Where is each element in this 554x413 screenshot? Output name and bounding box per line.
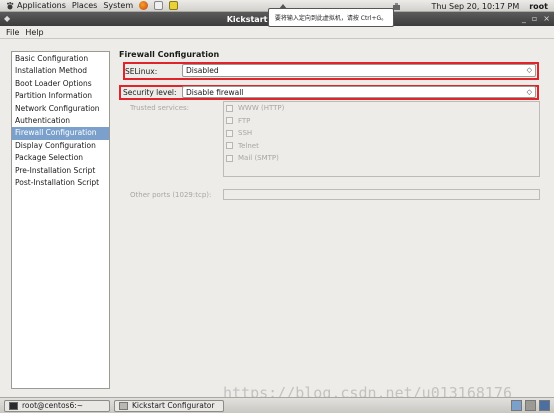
selinux-combo[interactable]: Disabled ◇ — [182, 64, 536, 77]
service-label: Mail (SMTP) — [238, 154, 279, 163]
checkbox-icon — [226, 142, 233, 150]
service-label: WWW (HTTP) — [238, 104, 285, 113]
combo-arrows-icon: ◇ — [526, 66, 532, 74]
places-label: Places — [71, 1, 98, 10]
service-label: Telnet — [238, 141, 259, 150]
security-level-combo[interactable]: Disable firewall ◇ — [182, 86, 536, 98]
firewall-panel: Firewall Configuration SELinux: Disabled… — [119, 50, 544, 200]
checkbox-icon — [226, 129, 233, 137]
vm-input-tooltip: 要将输入定向到此虚拟机，请按 Ctrl+G。 — [268, 4, 394, 27]
selinux-row: SELinux: Disabled ◇ — [119, 64, 544, 78]
workspace-1-icon[interactable] — [511, 400, 522, 411]
gnome-foot-icon — [6, 1, 14, 10]
nav-item-basic-configuration[interactable]: Basic Configuration — [12, 53, 109, 65]
nav-item-network-configuration[interactable]: Network Configuration — [12, 103, 109, 115]
security-level-row: Security level: Disable firewall ◇ — [119, 85, 544, 99]
other-ports-label: Other ports (1029:tcp): — [130, 191, 212, 199]
applications-label: Applications — [17, 1, 66, 10]
places-menu[interactable]: Places — [72, 1, 97, 10]
clock[interactable]: Thu Sep 20, 10:17 PM — [431, 2, 519, 11]
firefox-icon[interactable] — [139, 1, 149, 10]
workspace-3-icon[interactable] — [539, 400, 550, 411]
maximize-icon[interactable]: ▫ — [532, 14, 537, 23]
trusted-services-label: Trusted services: — [130, 104, 190, 112]
main-area: Basic Configuration Installation Method … — [0, 39, 554, 397]
nav-item-pre-installation-script[interactable]: Pre-Installation Script — [12, 165, 109, 177]
tooltip-text: 要将输入定向到此虚拟机，请按 Ctrl+G。 — [274, 15, 388, 22]
task-terminal[interactable]: root@centos6:~ — [4, 399, 110, 412]
nav-item-partition-information[interactable]: Partition Information — [12, 90, 109, 102]
nav-item-boot-loader-options[interactable]: Boot Loader Options — [12, 78, 109, 90]
nav-item-post-installation-script[interactable]: Post-Installation Script — [12, 177, 109, 189]
section-title: Firewall Configuration — [119, 50, 220, 59]
service-telnet[interactable]: Telnet — [224, 140, 539, 153]
system-menu[interactable]: System — [103, 1, 133, 10]
service-mail[interactable]: Mail (SMTP) — [224, 152, 539, 165]
nav-item-authentication[interactable]: Authentication — [12, 115, 109, 127]
service-ftp[interactable]: FTP — [224, 115, 539, 128]
combo-arrows-icon: ◇ — [526, 88, 532, 96]
system-label: System — [103, 1, 134, 10]
service-ssh[interactable]: SSH — [224, 127, 539, 140]
service-label: SSH — [238, 129, 253, 138]
task-label: root@centos6:~ — [22, 401, 84, 410]
checkbox-icon — [226, 104, 233, 112]
file-menu[interactable]: File — [6, 28, 19, 37]
section-list: Basic Configuration Installation Method … — [11, 51, 110, 389]
kickstart-icon — [119, 401, 128, 410]
menubar: File Help — [0, 26, 554, 39]
selinux-label: SELinux: — [125, 66, 158, 76]
tray — [511, 400, 550, 411]
email-icon[interactable] — [154, 1, 164, 10]
close-icon[interactable]: × — [543, 14, 550, 23]
workspace-2-icon[interactable] — [525, 400, 536, 411]
security-level-value: Disable firewall — [186, 87, 244, 97]
applications-menu[interactable]: Applications — [6, 1, 66, 10]
user-menu[interactable]: root — [529, 2, 548, 11]
notes-icon[interactable] — [169, 1, 179, 10]
nav-item-firewall-configuration[interactable]: Firewall Configuration — [12, 127, 109, 140]
window-menu-icon[interactable]: ◆ — [4, 15, 12, 23]
security-level-label: Security level: — [123, 87, 177, 97]
checkbox-icon — [226, 117, 233, 125]
nav-item-installation-method[interactable]: Installation Method — [12, 65, 109, 77]
trusted-services-list: WWW (HTTP) FTP SSH Telnet Mail (SMTP) — [223, 101, 540, 177]
terminal-icon — [9, 401, 18, 410]
panel-right: Thu Sep 20, 10:17 PM root — [392, 0, 554, 12]
selinux-value: Disabled — [186, 66, 219, 75]
minimize-icon[interactable]: _ — [522, 14, 526, 23]
checkbox-icon — [226, 154, 233, 162]
task-label: Kickstart Configurator — [132, 401, 215, 410]
service-www[interactable]: WWW (HTTP) — [224, 102, 539, 115]
nav-item-package-selection[interactable]: Package Selection — [12, 152, 109, 164]
help-menu[interactable]: Help — [25, 28, 43, 37]
service-label: FTP — [238, 116, 251, 125]
task-kickstart[interactable]: Kickstart Configurator — [114, 399, 224, 412]
other-ports-input[interactable] — [223, 189, 540, 200]
taskbar: root@centos6:~ Kickstart Configurator — [0, 397, 554, 413]
nav-item-display-configuration[interactable]: Display Configuration — [12, 140, 109, 152]
